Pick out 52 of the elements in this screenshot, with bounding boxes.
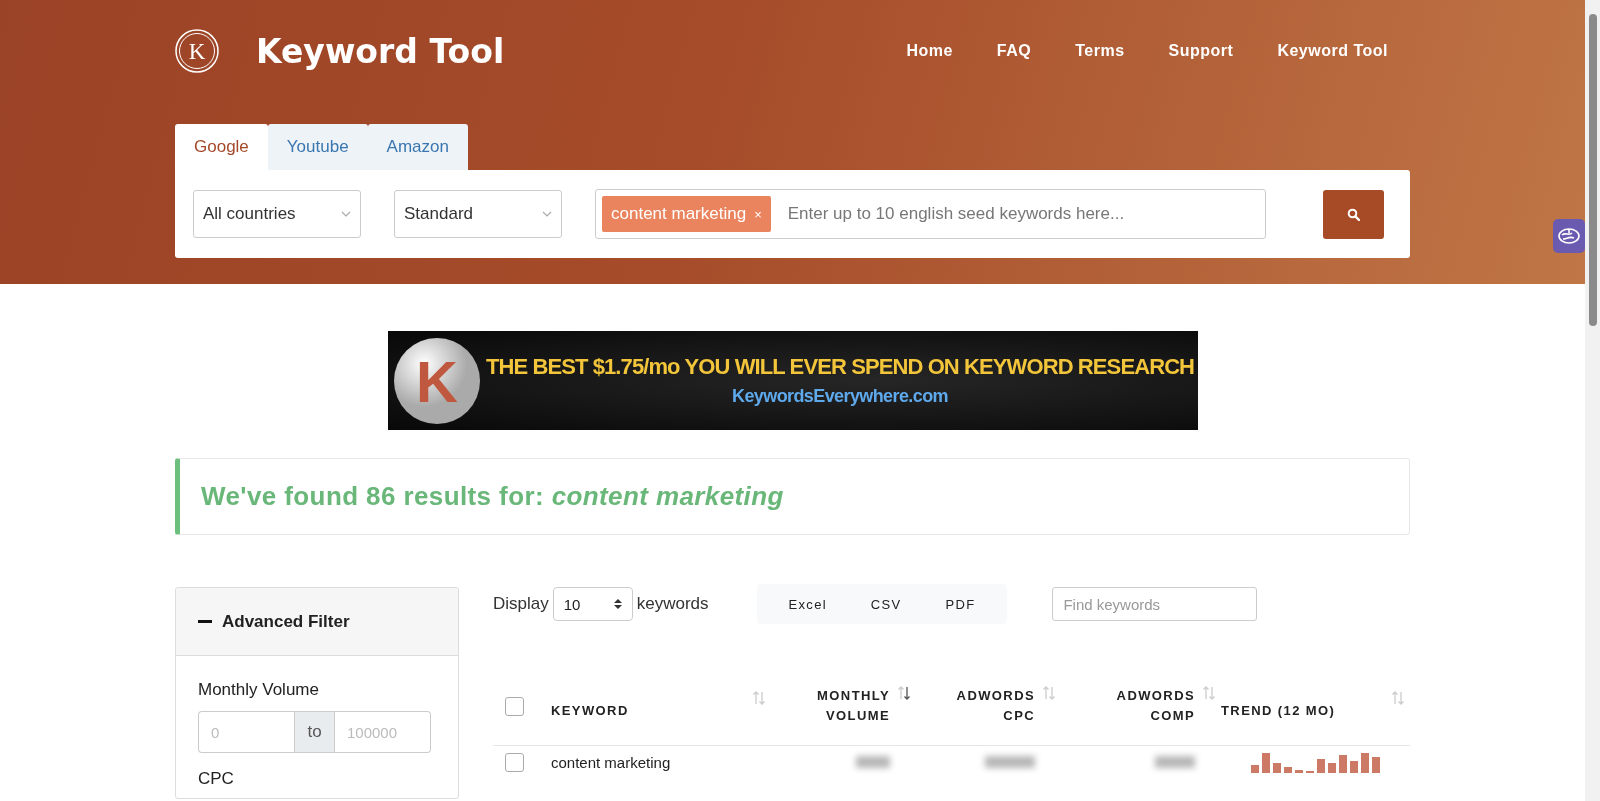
- page-size-select[interactable]: 10: [552, 587, 633, 621]
- nav-link[interactable]: Terms: [1075, 42, 1125, 60]
- search-tab[interactable]: Google: [175, 124, 268, 170]
- banner-logo-icon: K: [392, 335, 482, 426]
- mode-dropdown[interactable]: Standard: [394, 190, 562, 238]
- ad-banner[interactable]: K THE BEST $1.75/mo YOU WILL EVER SPEND ON KEYWORD RESEARCH KeywordsEverywhere.com: [388, 331, 1198, 430]
- column-header[interactable]: ADWORDS CPC: [955, 686, 1035, 726]
- keywords-label: keywords: [636, 594, 709, 614]
- keyword-cell-text: content marketing: [551, 753, 672, 771]
- blurred-value: [1155, 756, 1195, 768]
- chevron-down-icon: [542, 211, 552, 217]
- export-button[interactable]: Excel: [766, 584, 849, 624]
- min-volume-field[interactable]: 0: [198, 711, 294, 753]
- volume-label: Monthly Volume: [198, 680, 320, 700]
- nav-link[interactable]: FAQ: [996, 42, 1032, 60]
- banner-headline: THE BEST $1.75/mo YOU WILL EVER SPEND ON KEYWORD RESEARCH: [485, 354, 1195, 380]
- row-checkbox[interactable]: [505, 752, 524, 772]
- search-button[interactable]: [1323, 189, 1384, 239]
- filter-header[interactable]: Advanced Filter: [176, 588, 458, 656]
- nav-link[interactable]: Home: [906, 42, 953, 60]
- nav-link[interactable]: Keyword Tool: [1277, 42, 1388, 60]
- sort-icon[interactable]: [898, 686, 910, 700]
- find-keywords-field[interactable]: Find keywords: [1052, 587, 1258, 621]
- search-tab[interactable]: Amazon: [367, 124, 468, 170]
- filter-title: Advanced Filter: [222, 611, 350, 632]
- range-separator: to: [294, 711, 335, 753]
- country-dropdown[interactable]: All countries: [193, 190, 361, 238]
- blurred-value: [856, 756, 890, 768]
- site-title: Keyword Tool: [256, 31, 505, 71]
- keyword-tag: content marketing ×: [602, 196, 771, 232]
- select-all-checkbox[interactable]: [505, 696, 524, 716]
- stepper-arrows-icon: [613, 598, 622, 610]
- collapse-icon[interactable]: [198, 619, 212, 624]
- column-header[interactable]: KEYWORD: [551, 701, 629, 721]
- export-button[interactable]: CSV: [848, 584, 924, 624]
- export-button[interactable]: PDF: [923, 584, 998, 624]
- results-heading: We've found 86 results for: content marketing: [201, 481, 784, 512]
- banner-url: KeywordsEverywhere.com: [732, 386, 948, 407]
- display-label: Display: [493, 594, 549, 614]
- column-header[interactable]: TREND (12 MO): [1221, 701, 1336, 721]
- search-icon: [1347, 207, 1360, 221]
- blurred-value: [985, 756, 1035, 768]
- nav-link[interactable]: Support: [1168, 42, 1234, 60]
- chevron-down-icon: [341, 211, 351, 217]
- column-header[interactable]: ADWORDS COMP: [1115, 686, 1195, 726]
- brain-icon[interactable]: [1553, 219, 1585, 253]
- max-volume-field[interactable]: 100000: [335, 711, 431, 753]
- search-tab[interactable]: Youtube: [267, 124, 368, 170]
- cpc-label: CPC: [198, 769, 235, 789]
- scrollbar-thumb[interactable]: [1589, 14, 1597, 326]
- logo-icon[interactable]: K: [175, 29, 219, 73]
- column-header[interactable]: MONTHLY VOLUME: [810, 686, 890, 726]
